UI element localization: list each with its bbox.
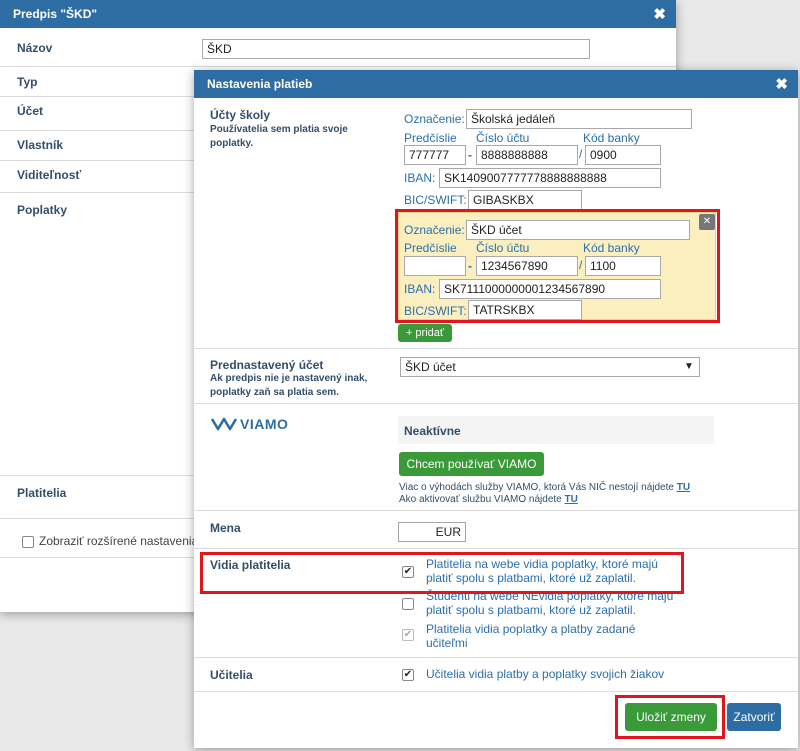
payment-settings-dialog: Nastavenia platieb ✖ Účty školy Používat… bbox=[194, 70, 798, 748]
slash-separator: / bbox=[579, 147, 583, 161]
extended-settings-checkbox[interactable] bbox=[22, 536, 34, 548]
bic-label: BIC/SWIFT: bbox=[404, 193, 467, 207]
close-button[interactable]: Zatvoriť bbox=[727, 703, 781, 731]
iban-label: IBAN: bbox=[404, 171, 436, 185]
dash-separator: - bbox=[468, 148, 472, 162]
highlight-frame bbox=[200, 552, 684, 594]
viamo-status: Neaktívne bbox=[404, 424, 461, 438]
divider bbox=[194, 348, 798, 349]
close-icon[interactable]: ✖ bbox=[775, 75, 788, 93]
predpis-dialog-header: Predpis "ŠKD" ✖ bbox=[0, 0, 676, 28]
predpis-dialog-title: Predpis "ŠKD" bbox=[13, 7, 98, 21]
add-account-button[interactable]: + pridať bbox=[398, 324, 452, 342]
highlight-frame bbox=[395, 209, 720, 323]
chevron-down-icon: ▼ bbox=[684, 361, 694, 372]
accounts-label: Účty školy bbox=[210, 108, 271, 122]
divider bbox=[194, 657, 798, 658]
account-1-name-input[interactable]: Školská jedáleň bbox=[466, 109, 692, 129]
preset-account-value: ŠKD účet bbox=[405, 360, 456, 374]
kod-banky-label: Kód banky bbox=[583, 131, 640, 145]
viamo-info-line-2: Ako aktivovať službu VIAMO nájdete TU bbox=[399, 494, 578, 505]
teachers-label: Učitelia bbox=[210, 668, 253, 682]
payer-option-3-label: Platitelia vidia poplatky a platby zadan… bbox=[426, 622, 636, 650]
nazov-input[interactable]: ŠKD bbox=[202, 39, 590, 59]
preset-account-select[interactable]: ŠKD účet bbox=[400, 357, 700, 377]
row-label-vlastnik: Vlastník bbox=[17, 138, 64, 152]
viamo-logo-text: VIAMO bbox=[240, 416, 289, 432]
viamo-info: Viac o výhodách služby VIAMO, ktorá Vás … bbox=[399, 482, 690, 506]
payment-settings-header: Nastavenia platieb ✖ bbox=[194, 70, 798, 98]
account-1-prefix-input[interactable]: 777777 bbox=[404, 145, 466, 165]
extended-settings-label: Zobraziť rozšírené nastavenia bbox=[39, 534, 199, 548]
viamo-more-link[interactable]: TU bbox=[677, 482, 690, 493]
accounts-description: Používatelia sem platia svoje poplatky. bbox=[210, 124, 348, 149]
payer-option-2-checkbox[interactable] bbox=[402, 598, 414, 610]
teachers-option-label: Učitelia vidia platby a poplatky svojich… bbox=[426, 667, 665, 681]
divider bbox=[194, 691, 798, 692]
row-label-nazov: Názov bbox=[17, 41, 53, 55]
viamo-activate-link[interactable]: TU bbox=[565, 494, 578, 505]
currency-input[interactable]: EUR bbox=[398, 522, 466, 542]
viamo-mark-icon bbox=[210, 417, 238, 431]
divider bbox=[194, 510, 798, 511]
row-label-poplatky: Poplatky bbox=[17, 203, 68, 217]
activate-viamo-button[interactable]: Chcem používať VIAMO bbox=[399, 452, 544, 476]
account-1-number-input[interactable]: 8888888888 bbox=[476, 145, 578, 165]
account-1-bic-input[interactable]: GIBASKBX bbox=[468, 190, 582, 210]
predcislie-label: Predčíslie bbox=[404, 131, 457, 145]
row-label-platitelia: Platitelia bbox=[17, 486, 67, 500]
divider bbox=[0, 66, 676, 67]
account-1-bank-code-input[interactable]: 0900 bbox=[585, 145, 661, 165]
row-label-typ: Typ bbox=[17, 75, 38, 89]
row-label-ucet: Účet bbox=[17, 104, 44, 118]
currency-label: Mena bbox=[210, 521, 241, 535]
preset-account-description: Ak predpis nie je nastavený inak, poplat… bbox=[210, 373, 368, 398]
close-icon[interactable]: ✖ bbox=[653, 5, 666, 23]
preset-account-label: Prednastavený účet bbox=[210, 358, 324, 372]
payment-settings-title: Nastavenia platieb bbox=[207, 77, 313, 91]
oznacenie-label: Označenie: bbox=[404, 112, 465, 126]
payer-option-3-checkbox: ✔ bbox=[402, 629, 414, 641]
divider bbox=[194, 548, 798, 549]
row-label-viditelnost: Viditeľnosť bbox=[17, 168, 82, 182]
viamo-info-line-1: Viac o výhodách služby VIAMO, ktorá Vás … bbox=[399, 482, 691, 493]
highlight-frame bbox=[615, 695, 725, 739]
teachers-option-checkbox[interactable]: ✔ bbox=[402, 669, 414, 681]
account-1-iban-input[interactable]: SK1409007777778888888888 bbox=[439, 168, 661, 188]
cislo-uctu-label: Číslo účtu bbox=[476, 131, 530, 145]
divider bbox=[194, 403, 798, 404]
